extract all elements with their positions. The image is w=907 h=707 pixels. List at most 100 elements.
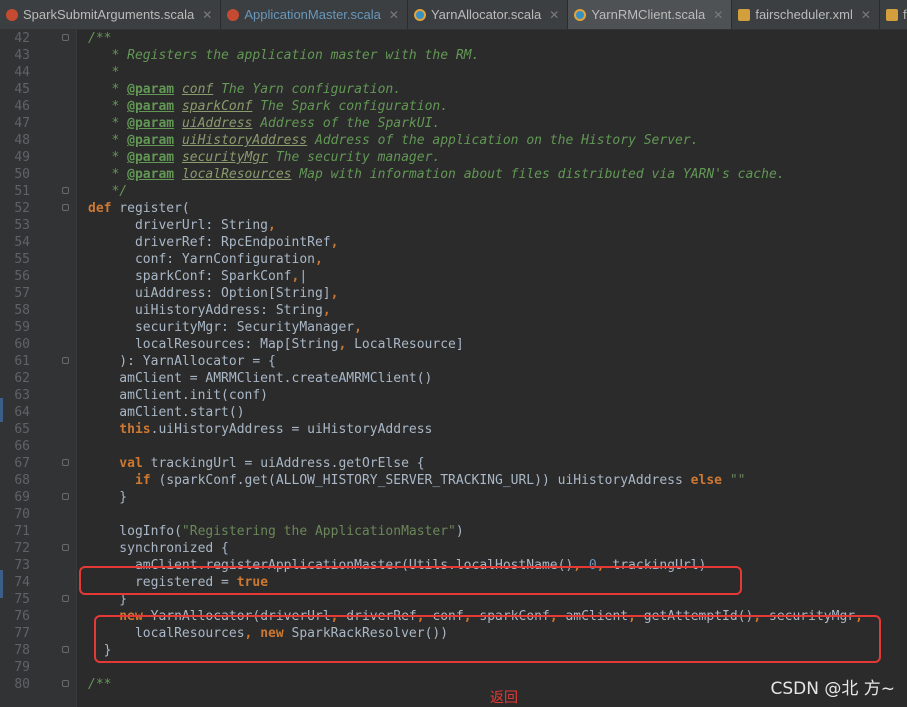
code-line[interactable]: 72 synchronized { [0, 540, 907, 557]
code-token: securityMgr [181, 150, 269, 165]
fold-toggle-icon[interactable] [62, 595, 69, 602]
fold-toggle-icon[interactable] [62, 544, 69, 551]
code-token: } [88, 490, 128, 505]
code-line[interactable]: 49 * @param securityMgr The security man… [0, 149, 907, 166]
code-token: sparkConf: SparkConf [88, 269, 292, 284]
code-text: /** [88, 676, 111, 693]
fold-toggle-icon[interactable] [62, 459, 69, 466]
code-line[interactable]: 71 logInfo("Registering the ApplicationM… [0, 523, 907, 540]
code-line[interactable]: 48 * @param uiHistoryAddress Address of … [0, 132, 907, 149]
code-text: * @param uiHistoryAddress Address of the… [88, 132, 698, 149]
line-number: 74 [14, 575, 30, 590]
fold-toggle-icon[interactable] [62, 357, 69, 364]
tab-label: YarnRMClient.scala [591, 7, 706, 22]
code-token: "" [729, 473, 746, 488]
close-tab-icon[interactable]: ✕ [549, 8, 559, 22]
tab-fairsche[interactable]: fairsche [880, 0, 907, 29]
close-tab-icon[interactable]: ✕ [713, 8, 723, 22]
code-line[interactable]: 51 */ [0, 183, 907, 200]
line-number: 73 [14, 558, 30, 573]
code-line[interactable]: 70 [0, 506, 907, 523]
code-line[interactable]: 60 localResources: Map[String, LocalReso… [0, 336, 907, 353]
code-token: , [314, 252, 323, 267]
xml-file-icon [885, 8, 898, 21]
tab-fairscheduler-xml[interactable]: fairscheduler.xml ✕ [732, 0, 880, 29]
code-line[interactable]: 62 amClient = AMRMClient.createAMRMClien… [0, 370, 907, 387]
code-text: uiAddress: Option[String], [88, 285, 339, 302]
code-editor[interactable]: 42/** 43 * Registers the application mast… [0, 29, 907, 707]
line-number: 42 [14, 31, 30, 46]
code-text: uiHistoryAddress: String, [88, 302, 331, 319]
code-line[interactable]: 55 conf: YarnConfiguration, [0, 251, 907, 268]
code-line[interactable]: 42 /** [0, 30, 907, 47]
fold-toggle-icon[interactable] [62, 34, 69, 41]
code-line[interactable]: 63 amClient.init(conf) [0, 387, 907, 404]
code-text: logInfo("Registering the ApplicationMast… [88, 523, 463, 540]
fold-toggle-icon[interactable] [62, 204, 69, 211]
line-number: 78 [14, 643, 30, 658]
code-token: trackingUrl = uiAddress.getOrElse { [142, 456, 425, 471]
code-text: ): YarnAllocator = { [88, 353, 276, 370]
code-line[interactable]: 68 if (sparkConf.get(ALLOW_HISTORY_SERVE… [0, 472, 907, 489]
tab-yarnallocator-scala[interactable]: YarnAllocator.scala ✕ [408, 0, 569, 29]
code-text: */ [88, 183, 127, 200]
code-line[interactable]: 56 sparkConf: SparkConf,| [0, 268, 907, 285]
code-token: conf: YarnConfiguration [88, 252, 315, 267]
code-text: amClient = AMRMClient.createAMRMClient() [88, 370, 432, 387]
scala-class-icon [413, 8, 426, 21]
code-line[interactable]: 53 driverUrl: String, [0, 217, 907, 234]
code-line[interactable]: 64 amClient.start() [0, 404, 907, 421]
fold-toggle-icon[interactable] [62, 680, 69, 687]
tab-applicationmaster-scala[interactable]: ApplicationMaster.scala ✕ [221, 0, 408, 29]
code-line[interactable]: 43 * Registers the application master wi… [0, 47, 907, 64]
code-token: * Registers the application master with … [88, 48, 480, 63]
code-line[interactable]: 58 uiHistoryAddress: String, [0, 302, 907, 319]
back-link[interactable]: 返回 [490, 687, 518, 707]
line-number: 67 [14, 456, 30, 471]
code-token: @param [127, 133, 175, 148]
code-line[interactable]: 66 [0, 438, 907, 455]
line-number: 45 [14, 82, 30, 97]
code-token: Map with information about files distrib… [291, 167, 785, 182]
line-number: 50 [14, 167, 30, 182]
code-line[interactable]: 54 driverRef: RpcEndpointRef, [0, 234, 907, 251]
highlight-box-new-allocator [94, 615, 881, 663]
close-tab-icon[interactable]: ✕ [202, 8, 212, 22]
fold-toggle-icon[interactable] [62, 493, 69, 500]
code-line[interactable]: 52 def register( [0, 200, 907, 217]
code-token: LocalResource] [346, 337, 464, 352]
line-number: 65 [14, 422, 30, 437]
code-token: @param [127, 116, 175, 131]
code-line[interactable]: 65 this.uiHistoryAddress = uiHistoryAddr… [0, 421, 907, 438]
code-line[interactable]: 47 * @param uiAddress Address of the Spa… [0, 115, 907, 132]
code-line[interactable]: 46 * @param sparkConf The Spark configur… [0, 98, 907, 115]
line-number: 60 [14, 337, 30, 352]
fold-toggle-icon[interactable] [62, 646, 69, 653]
code-text: * @param sparkConf The Spark configurati… [88, 98, 448, 115]
code-line[interactable]: 69 } [0, 489, 907, 506]
tab-yarnrmclient-scala[interactable]: YarnRMClient.scala ✕ [568, 0, 733, 29]
fold-toggle-icon[interactable] [62, 187, 69, 194]
code-token: @param [127, 167, 175, 182]
code-text: def register( [88, 200, 190, 217]
code-line[interactable]: 61 ): YarnAllocator = { [0, 353, 907, 370]
code-line[interactable]: 50 * @param localResources Map with info… [0, 166, 907, 183]
code-token: * [88, 82, 128, 97]
close-tab-icon[interactable]: ✕ [861, 8, 871, 22]
close-tab-icon[interactable]: ✕ [389, 8, 399, 22]
code-line[interactable]: 44 * [0, 64, 907, 81]
code-token: * [88, 133, 128, 148]
code-line[interactable]: 59 securityMgr: SecurityManager, [0, 319, 907, 336]
code-token: amClient = AMRMClient.createAMRMClient() [88, 371, 433, 386]
code-token: * [88, 65, 120, 80]
code-text: * @param conf The Yarn configuration. [88, 81, 401, 98]
tab-sparksubmitarguments-scala[interactable]: SparkSubmitArguments.scala ✕ [0, 0, 222, 29]
code-line[interactable]: 67 val trackingUrl = uiAddress.getOrElse… [0, 455, 907, 472]
code-line[interactable]: 45 * @param conf The Yarn configuration. [0, 81, 907, 98]
code-line[interactable]: 57 uiAddress: Option[String], [0, 285, 907, 302]
code-token: def [88, 201, 112, 216]
code-token: amClient.init(conf) [88, 388, 269, 403]
